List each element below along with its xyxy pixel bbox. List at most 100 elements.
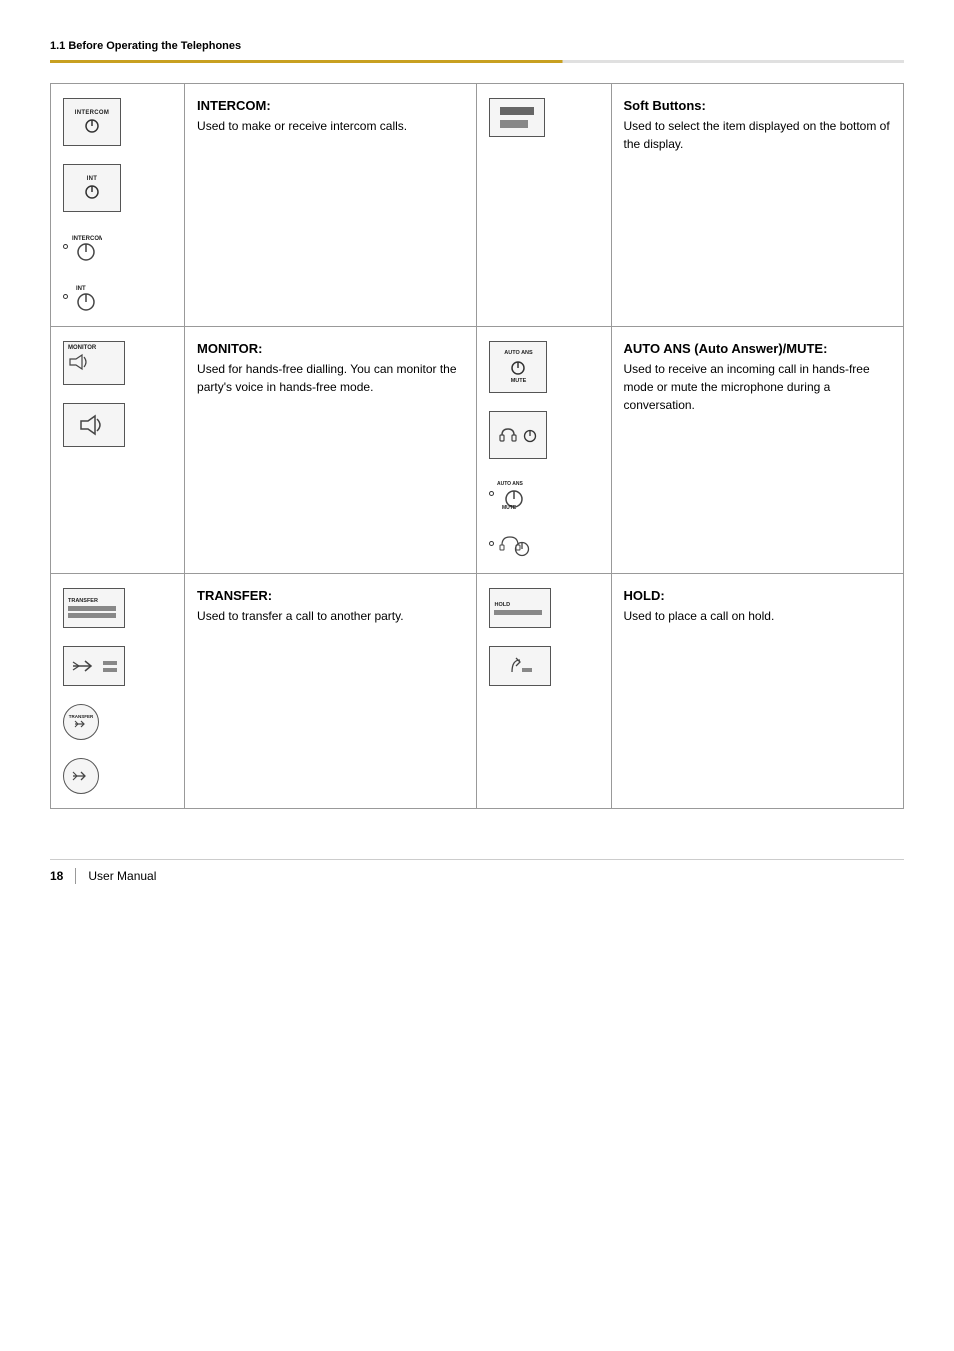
two-lines bbox=[103, 661, 117, 672]
auto-ans-rect-btn[interactable]: AUTO ANS MUTE bbox=[489, 341, 547, 393]
indicator-dot-2 bbox=[63, 294, 68, 299]
power-icon-3 bbox=[509, 358, 527, 376]
headset-circle-icon bbox=[496, 527, 536, 559]
transfer-arrow-btn[interactable] bbox=[63, 646, 125, 686]
circle-power-icon: INTERCOM bbox=[70, 230, 102, 262]
monitor-speaker-row bbox=[68, 353, 96, 371]
auto-ans-label-top: AUTO ANS bbox=[504, 350, 532, 356]
monitor-btn-1: MONITOR bbox=[63, 341, 172, 385]
transfer-circle-btn: TRANSFER bbox=[63, 704, 172, 740]
table-row: TRANSFER bbox=[51, 574, 904, 809]
intercom-desc-text: Used to make or receive intercom calls. bbox=[197, 117, 464, 135]
softbtn-icons-cell bbox=[477, 84, 611, 327]
soft-btn-rect[interactable] bbox=[489, 98, 545, 137]
hold-desc-cell: HOLD: Used to place a call on hold. bbox=[611, 574, 903, 809]
transfer-arrow-round-btn[interactable] bbox=[63, 758, 99, 794]
table-row: MONITOR bbox=[51, 327, 904, 574]
footer-label: User Manual bbox=[88, 869, 156, 883]
monitor-icon-group: MONITOR bbox=[63, 341, 172, 447]
indicator-dot-1 bbox=[63, 244, 68, 249]
intercom-rect-btn[interactable]: INTERCOM bbox=[63, 98, 121, 146]
footer-divider bbox=[75, 868, 76, 884]
hold-arrow-btn[interactable] bbox=[489, 646, 551, 686]
page-number: 18 bbox=[50, 869, 63, 883]
power-icon-headset bbox=[522, 427, 538, 443]
autoans-icons-cell: AUTO ANS MUTE bbox=[477, 327, 611, 574]
intercom-icons-cell: INTERCOM INT bbox=[51, 84, 185, 327]
monitor-desc-text: Used for hands-free dialling. You can mo… bbox=[197, 360, 464, 396]
int-label: INT bbox=[87, 176, 98, 183]
section-title: 1.1 Before Operating the Telephones bbox=[50, 40, 904, 52]
hold-desc-text: Used to place a call on hold. bbox=[624, 607, 891, 625]
transfer-label-1: TRANSFER bbox=[68, 598, 98, 604]
power-icon bbox=[83, 116, 101, 134]
autoans-icon-group: AUTO ANS MUTE bbox=[489, 341, 598, 559]
svg-text:INT: INT bbox=[76, 286, 86, 292]
hold-btn-2 bbox=[489, 646, 598, 686]
transfer-arrow-circle-btn bbox=[63, 758, 172, 794]
int-rect-btn[interactable]: INT bbox=[63, 164, 121, 212]
table-row: INTERCOM INT bbox=[51, 84, 904, 327]
headset-dot-circle bbox=[489, 527, 598, 559]
svg-text:AUTO ANS: AUTO ANS bbox=[497, 481, 524, 487]
hold-desc-title: HOLD: bbox=[624, 588, 891, 603]
speaker-icon-1 bbox=[68, 353, 96, 371]
monitor-desc-cell: MONITOR: Used for hands-free dialling. Y… bbox=[185, 327, 477, 574]
hold-rect-btn[interactable]: HOLD bbox=[489, 588, 551, 628]
softbtn-desc-title: Soft Buttons: bbox=[624, 98, 891, 113]
auto-ans-dot-circle: AUTO ANS MUTE bbox=[489, 477, 598, 509]
page-footer: 18 User Manual bbox=[50, 859, 904, 884]
svg-text:MUTE: MUTE bbox=[502, 505, 517, 509]
softbtn-desc-cell: Soft Buttons: Used to select the item di… bbox=[611, 84, 903, 327]
transfer-rect-btn[interactable]: TRANSFER bbox=[63, 588, 125, 628]
transfer-icons-cell: TRANSFER bbox=[51, 574, 185, 809]
transfer-btn-1: TRANSFER bbox=[63, 588, 172, 628]
auto-ans-circle-icon: AUTO ANS MUTE bbox=[496, 477, 546, 509]
monitor-plain-btn[interactable] bbox=[63, 403, 125, 447]
soft-bar-bottom bbox=[500, 120, 527, 128]
intercom-dot-circle: INTERCOM bbox=[63, 230, 172, 262]
headset-rect-btn[interactable] bbox=[489, 411, 547, 459]
transfer-desc-cell: TRANSFER: Used to transfer a call to ano… bbox=[185, 574, 477, 809]
headset-icon bbox=[498, 425, 518, 445]
hold-line bbox=[494, 610, 542, 615]
transfer-round-btn[interactable]: TRANSFER bbox=[63, 704, 99, 740]
intercom-desc-cell: INTERCOM: Used to make or receive interc… bbox=[185, 84, 477, 327]
autoans-desc-title: AUTO ANS (Auto Answer)/MUTE: bbox=[624, 341, 891, 356]
monitor-btn-2 bbox=[63, 403, 172, 447]
intercom-label: INTERCOM bbox=[75, 110, 109, 117]
page-container: 1.1 Before Operating the Telephones INTE… bbox=[0, 0, 954, 1351]
intercom-btn-1: INTERCOM bbox=[63, 98, 172, 146]
soft-btn-icon bbox=[489, 98, 598, 137]
speaker-icon-2 bbox=[79, 414, 109, 436]
section-divider bbox=[50, 60, 904, 63]
soft-bar-top bbox=[500, 107, 534, 115]
intercom-icon-group: INTERCOM INT bbox=[63, 98, 172, 312]
int-circle-icon: INT bbox=[70, 280, 102, 312]
transfer-line-1 bbox=[68, 606, 116, 611]
monitor-desc-title: MONITOR: bbox=[197, 341, 464, 356]
svg-text:INTERCOM: INTERCOM bbox=[72, 236, 102, 242]
hold-btn-1: HOLD bbox=[489, 588, 598, 628]
intercom-desc-title: INTERCOM: bbox=[197, 98, 464, 113]
transfer-desc-text: Used to transfer a call to another party… bbox=[197, 607, 464, 625]
monitor-icons-cell: MONITOR bbox=[51, 327, 185, 574]
headset-btn-1 bbox=[489, 411, 598, 459]
indicator-dot-3 bbox=[489, 491, 494, 496]
softbtn-icon-group bbox=[489, 98, 598, 137]
transfer-icon-group: TRANSFER bbox=[63, 588, 172, 794]
softbtn-desc-text: Used to select the item displayed on the… bbox=[624, 117, 891, 153]
transfer-circle-icon bbox=[74, 719, 88, 729]
int-btn-1: INT bbox=[63, 164, 172, 212]
transfer-btn-2 bbox=[63, 646, 172, 686]
arrow-circle-icon bbox=[71, 768, 91, 784]
mute-label: MUTE bbox=[511, 378, 527, 384]
autoans-desc-cell: AUTO ANS (Auto Answer)/MUTE: Used to rec… bbox=[611, 327, 903, 574]
power-icon-2 bbox=[83, 182, 101, 200]
monitor-rect-btn[interactable]: MONITOR bbox=[63, 341, 125, 385]
auto-ans-btn-1: AUTO ANS MUTE bbox=[489, 341, 598, 393]
autoans-desc-text: Used to receive an incoming call in hand… bbox=[624, 360, 891, 414]
line-a bbox=[103, 661, 117, 665]
transfer-arrow-icon bbox=[71, 658, 99, 674]
int-dot-circle: INT bbox=[63, 280, 172, 312]
